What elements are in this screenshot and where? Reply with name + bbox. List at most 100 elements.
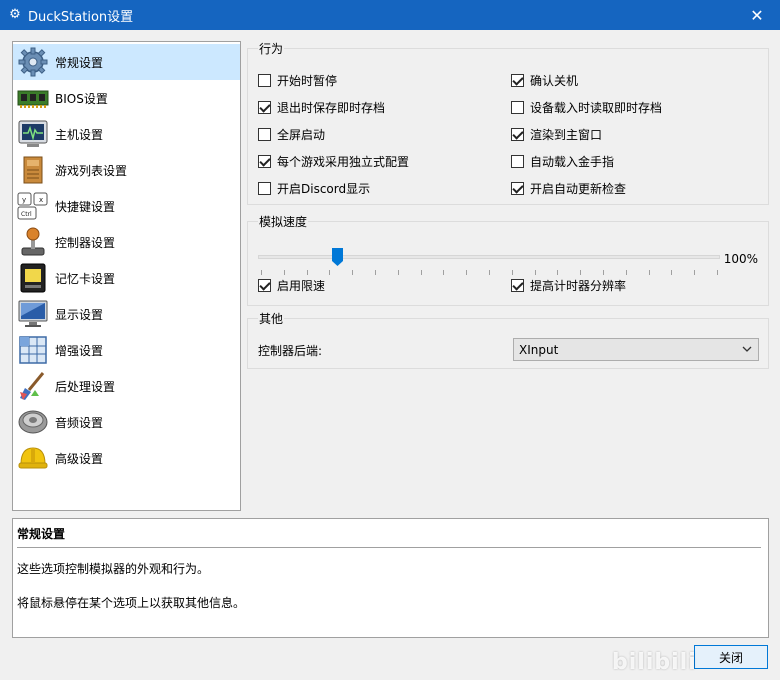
sidebar-item-label: 控制器设置 (55, 236, 116, 250)
checkbox-box[interactable] (258, 279, 271, 292)
sidebar-item-label: 游戏列表设置 (55, 164, 128, 178)
load-state-on-boot-checkbox[interactable]: 设备载入时读取即时存档 (511, 99, 662, 116)
joystick-icon (21, 227, 45, 256)
checkbox-label: 开始时暂停 (277, 74, 338, 88)
slider-tick (649, 270, 650, 275)
group-title: 其他 (258, 310, 285, 327)
svg-text:y: y (22, 196, 26, 204)
checkbox-label: 每个游戏采用独立式配置 (277, 155, 410, 169)
chevron-down-icon (742, 346, 752, 352)
checkbox-box[interactable] (258, 74, 271, 87)
svg-text:x: x (39, 196, 43, 204)
checkbox-box[interactable] (511, 74, 524, 87)
save-state-on-exit-checkbox[interactable]: 退出时保存即时存档 (258, 99, 385, 116)
keyboard-keys-icon: y x Ctrl (17, 192, 48, 220)
gear-icon: ⚙ (9, 7, 21, 22)
slider-tick (626, 270, 627, 275)
slider-tick (421, 270, 422, 275)
auto-load-cheats-checkbox[interactable]: 自动载入金手指 (511, 153, 614, 170)
slider-tick (375, 270, 376, 275)
checkbox-label: 设备载入时读取即时存档 (530, 101, 663, 115)
description-hint: 将鼠标悬停在某个选项上以获取其他信息。 (17, 596, 246, 610)
display-icon (18, 300, 48, 327)
select-value: XInput (519, 342, 559, 357)
other-group: 其他 控制器后端: XInput (247, 310, 769, 369)
slider-tick (717, 270, 718, 275)
sidebar-item-memory-cards[interactable]: 记忆卡设置 (13, 260, 240, 296)
sidebar-item-label: 增强设置 (55, 344, 104, 358)
slider-tick (580, 270, 581, 275)
auto-update-check-checkbox[interactable]: 开启自动更新检查 (511, 180, 626, 197)
speed-slider-thumb[interactable] (331, 248, 343, 266)
controller-backend-select[interactable]: XInput (513, 338, 759, 361)
sidebar-item-advanced[interactable]: 高级设置 (13, 440, 240, 476)
sidebar-item-label: BIOS设置 (55, 92, 108, 106)
slider-tick (671, 270, 672, 275)
sidebar-item-general[interactable]: 常规设置 (13, 44, 240, 80)
group-title: 行为 (258, 40, 285, 57)
pause-on-start-checkbox[interactable]: 开始时暂停 (258, 72, 337, 89)
behavior-group: 行为 开始时暂停 确认关机 退出时保存即时存档 设备载入时读取即时存档 全屏启动… (247, 40, 769, 205)
slider-tick (489, 270, 490, 275)
slider-tick (557, 270, 558, 275)
enable-speed-limiter-checkbox[interactable]: 启用限速 (258, 277, 325, 294)
paint-brush-icon (20, 372, 45, 400)
window-close-button[interactable]: ✕ (734, 0, 780, 30)
sidebar-item-display[interactable]: 显示设置 (13, 296, 240, 332)
slider-tick (307, 270, 308, 275)
sidebar-item-label: 高级设置 (55, 452, 104, 466)
sidebar-item-game-list[interactable]: 游戏列表设置 (13, 152, 240, 188)
checkbox-box[interactable] (258, 182, 271, 195)
description-panel: 常规设置 这些选项控制模拟器的外观和行为。 将鼠标悬停在某个选项上以获取其他信息… (12, 518, 769, 638)
sidebar-item-label: 记忆卡设置 (55, 272, 116, 286)
sidebar-item-label: 音频设置 (55, 416, 104, 430)
checkbox-box[interactable] (258, 155, 271, 168)
sidebar-item-bios[interactable]: BIOS设置 (13, 80, 240, 116)
sidebar-item-label: 常规设置 (55, 56, 104, 70)
sidebar-item-label: 主机设置 (55, 128, 104, 142)
sidebar-item-post-processing[interactable]: 后处理设置 (13, 368, 240, 404)
checkbox-label: 开启自动更新检查 (530, 182, 627, 196)
grid-enhance-icon (19, 336, 47, 364)
gear-icon (18, 47, 48, 77)
memory-chip-icon (17, 90, 49, 108)
sidebar-item-label: 快捷键设置 (55, 200, 116, 214)
per-game-settings-checkbox[interactable]: 每个游戏采用独立式配置 (258, 153, 409, 170)
settings-category-list[interactable]: 常规设置 BIOS设置 主机设置 游戏列表设置 y x Ctrl 快捷键设置 控… (12, 41, 241, 511)
confirm-shutdown-checkbox[interactable]: 确认关机 (511, 72, 578, 89)
slider-tick (694, 270, 695, 275)
hard-hat-icon (18, 447, 48, 469)
sidebar-item-console[interactable]: 主机设置 (13, 116, 240, 152)
slider-tick (466, 270, 467, 275)
checkbox-box[interactable] (511, 128, 524, 141)
start-fullscreen-checkbox[interactable]: 全屏启动 (258, 126, 325, 143)
slider-tick (284, 270, 285, 275)
render-to-main-window-checkbox[interactable]: 渲染到主窗口 (511, 126, 602, 143)
increase-timer-resolution-checkbox[interactable]: 提高计时器分辨率 (511, 277, 626, 294)
checkbox-box[interactable] (511, 101, 524, 114)
sidebar-item-audio[interactable]: 音频设置 (13, 404, 240, 440)
checkbox-box[interactable] (258, 101, 271, 114)
checkbox-box[interactable] (511, 155, 524, 168)
sidebar-item-enhancements[interactable]: 增强设置 (13, 332, 240, 368)
checkbox-box[interactable] (258, 128, 271, 141)
speed-slider-track[interactable] (258, 255, 720, 259)
checkbox-box[interactable] (511, 279, 524, 292)
bilibili-watermark: bilibili (612, 650, 697, 675)
checkbox-label: 开启Discord显示 (277, 182, 371, 196)
checkbox-box[interactable] (511, 182, 524, 195)
controller-backend-label: 控制器后端: (258, 344, 323, 358)
slider-tick (535, 270, 536, 275)
close-button[interactable]: 关闭 (694, 645, 768, 669)
speaker-icon (18, 410, 48, 434)
sidebar-item-controllers[interactable]: 控制器设置 (13, 224, 240, 260)
sidebar-item-hotkeys[interactable]: y x Ctrl 快捷键设置 (13, 188, 240, 224)
slider-tick (329, 270, 330, 275)
memory-card-icon (20, 263, 46, 293)
sidebar-item-label: 后处理设置 (55, 380, 116, 394)
description-divider (17, 547, 761, 548)
discord-presence-checkbox[interactable]: 开启Discord显示 (258, 180, 370, 197)
slider-tick (261, 270, 262, 275)
slider-tick (603, 270, 604, 275)
window-title: DuckStation设置 (28, 9, 134, 25)
